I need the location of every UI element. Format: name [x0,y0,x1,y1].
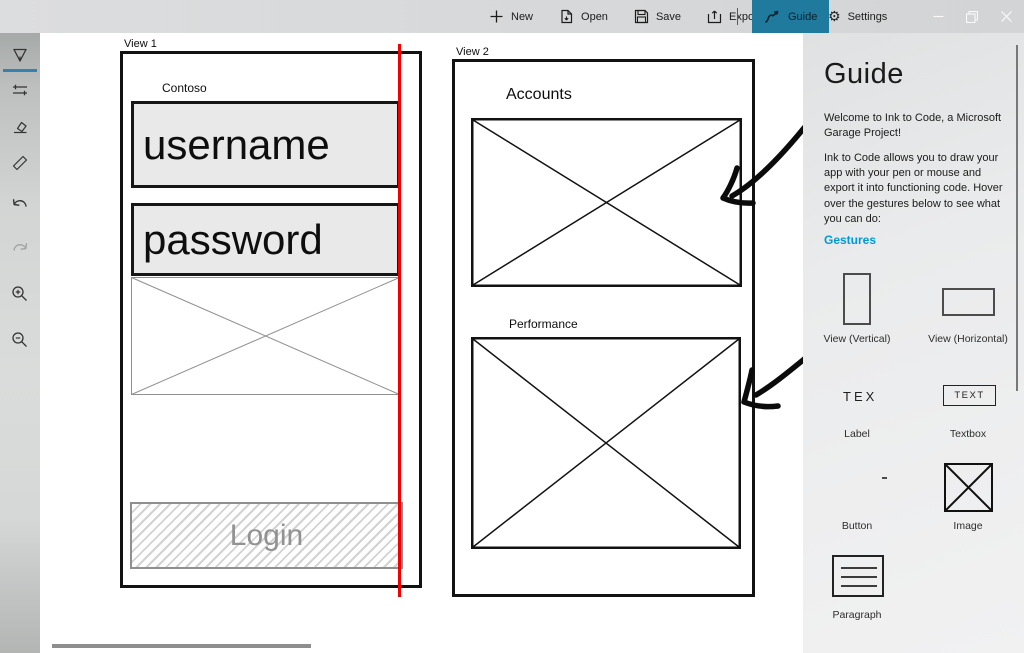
guide-panel-title: Guide [824,58,904,91]
label-gesture-icon[interactable]: TEX [843,389,877,404]
stroke-size-button[interactable] [11,81,29,99]
undo-button[interactable] [11,195,29,213]
restore-button[interactable] [957,0,987,33]
paragraph-line [841,567,877,569]
gesture-label: View (Horizontal) [913,333,1023,345]
image-gesture-icon[interactable] [944,463,993,512]
close-button[interactable] [991,0,1021,33]
ink-stroke-icon [764,9,780,24]
redo-button[interactable] [11,239,29,257]
redo-icon [11,239,29,257]
new-button[interactable]: New [487,0,535,33]
close-icon [1001,11,1012,22]
zoom-in-icon [11,285,29,303]
zoom-in-button[interactable] [11,285,29,303]
textbox-glyph-text: TEXT [954,390,984,401]
drawing-canvas[interactable]: View 1 Contoso username password Login V… [40,33,803,653]
open-button[interactable]: Open [557,0,610,33]
paragraph-line [841,585,877,587]
settings-button[interactable]: ⚙ Settings [818,0,897,33]
undo-icon [11,195,29,213]
paragraph-gesture-icon[interactable] [832,555,884,597]
eraser-icon [11,117,29,135]
save-button-label: Save [656,11,681,23]
view-vertical-gesture-icon[interactable] [843,273,871,325]
zoom-out-button[interactable] [11,331,29,349]
ruler-tool-button[interactable] [11,153,29,171]
minimize-icon [933,11,944,22]
eraser-tool-button[interactable] [11,117,29,135]
minimize-button[interactable] [923,0,953,33]
view-horizontal-gesture-icon[interactable] [942,288,995,316]
gesture-label: Label [802,428,912,440]
open-button-label: Open [581,11,608,23]
ink-arrow-strokes[interactable] [40,33,803,653]
toolbar: New Open Save [487,0,763,33]
textbox-gesture-icon[interactable]: TEXT [943,385,996,406]
new-button-label: New [511,11,533,23]
tool-rail [0,33,40,653]
gesture-label: Textbox [913,428,1023,440]
guide-intro-text: Ink to Code allows you to draw your app … [824,151,1006,227]
pen-icon [11,46,29,64]
restore-icon [966,11,978,23]
guide-button-label: Guide [788,11,817,23]
zoom-out-icon [11,331,29,349]
save-button[interactable]: Save [632,0,683,33]
title-bar: New Open Save [0,0,1024,33]
paragraph-line [841,576,877,578]
image-x-icon [944,463,993,512]
pen-tool-button[interactable] [11,46,29,64]
plus-icon [489,9,504,24]
gesture-label: Image [913,520,1023,532]
gear-icon: ⚙ [828,10,841,24]
open-file-icon [559,9,574,24]
settings-button-label: Settings [848,11,888,23]
vertical-scrollbar-thumb[interactable] [1016,45,1018,391]
selected-tool-indicator [3,69,37,72]
button-gesture-icon[interactable] [882,477,887,479]
stroke-size-icon [11,81,29,99]
gestures-heading: Gestures [824,233,876,247]
horizontal-scrollbar-thumb[interactable] [52,644,311,648]
gesture-label: Button [802,520,912,532]
export-icon [707,9,722,24]
guide-panel: Guide Welcome to Ink to Code, a Microsof… [803,33,1024,653]
guide-welcome-text: Welcome to Ink to Code, a Microsoft Gara… [824,111,1006,141]
toolbar-separator [737,8,738,25]
save-icon [634,9,649,24]
ruler-icon [11,153,29,171]
gesture-label: Paragraph [802,609,912,621]
ink-to-code-window: New Open Save [0,0,1024,653]
gesture-label: View (Vertical) [802,333,912,345]
